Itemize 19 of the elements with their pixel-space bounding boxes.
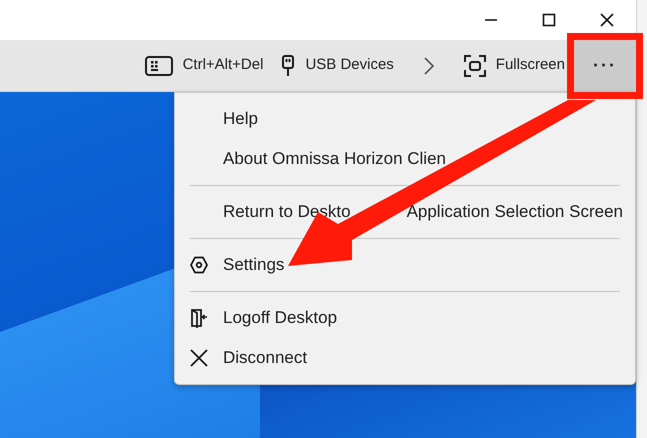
fullscreen-button[interactable]: Fullscreen	[454, 40, 574, 92]
maximize-icon	[542, 13, 556, 27]
keyboard-icon	[144, 56, 173, 76]
menu-item[interactable]: Settings	[175, 245, 635, 285]
usb-devices-button[interactable]: USB Devices	[272, 40, 403, 92]
more-button[interactable]: ···	[574, 40, 636, 92]
chevron-right-icon	[422, 56, 435, 76]
fullscreen-icon	[464, 54, 486, 76]
ctrl-alt-del-button[interactable]: Ctrl+Alt+Del	[136, 40, 272, 92]
menu-item[interactable]: Return to Deskto Application Selection Screen	[175, 192, 635, 232]
door-exit-icon	[189, 308, 209, 328]
menu-item[interactable]: Logoff Desktop	[175, 298, 635, 338]
close-icon	[600, 13, 614, 27]
menu-item[interactable]: About Omnissa Horizon Clien	[175, 139, 635, 179]
usb-plug-icon	[281, 54, 296, 76]
disconnect-x-icon	[189, 348, 209, 368]
settings-icon	[189, 255, 209, 275]
menu-item[interactable]: Help	[175, 99, 635, 139]
menu-item[interactable]: Disconnect	[175, 338, 635, 378]
